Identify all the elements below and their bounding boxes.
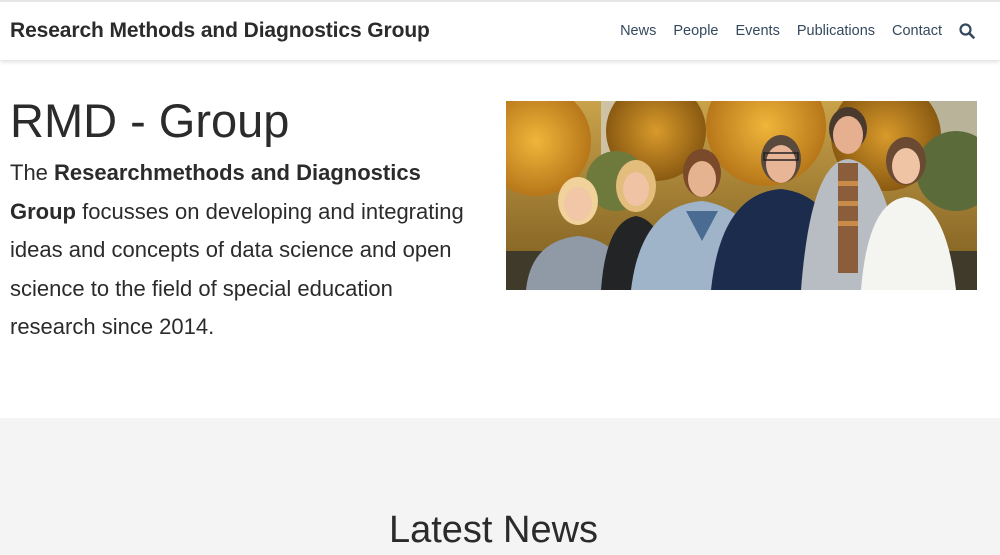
hero-section: RMD - Group The Researchmethods and Diag… <box>0 60 1000 418</box>
latest-news-heading: Latest News <box>388 509 599 551</box>
search-icon[interactable] <box>958 22 976 40</box>
latest-news-section: Latest News <box>0 418 1000 555</box>
hero-title: RMD - Group <box>10 94 290 147</box>
nav-link-events[interactable]: Events <box>735 23 779 39</box>
hero-text-prefix: The <box>10 160 55 185</box>
hero-text-suffix: focusses on developing and integrating i… <box>10 198 464 340</box>
nav-link-publications[interactable]: Publications <box>797 23 875 39</box>
hero-description: The Researchmethods and Diagnostics Grou… <box>10 154 480 347</box>
nav-link-contact[interactable]: Contact <box>892 23 942 39</box>
top-navbar: Research Methods and Diagnostics Group N… <box>0 0 1000 60</box>
group-photo <box>506 101 977 290</box>
nav-link-people[interactable]: People <box>673 23 718 39</box>
nav-link-news[interactable]: News <box>620 23 656 39</box>
site-brand-link[interactable]: Research Methods and Diagnostics Group <box>10 19 430 43</box>
nav-links: News People Events Publications Contact <box>603 22 990 40</box>
